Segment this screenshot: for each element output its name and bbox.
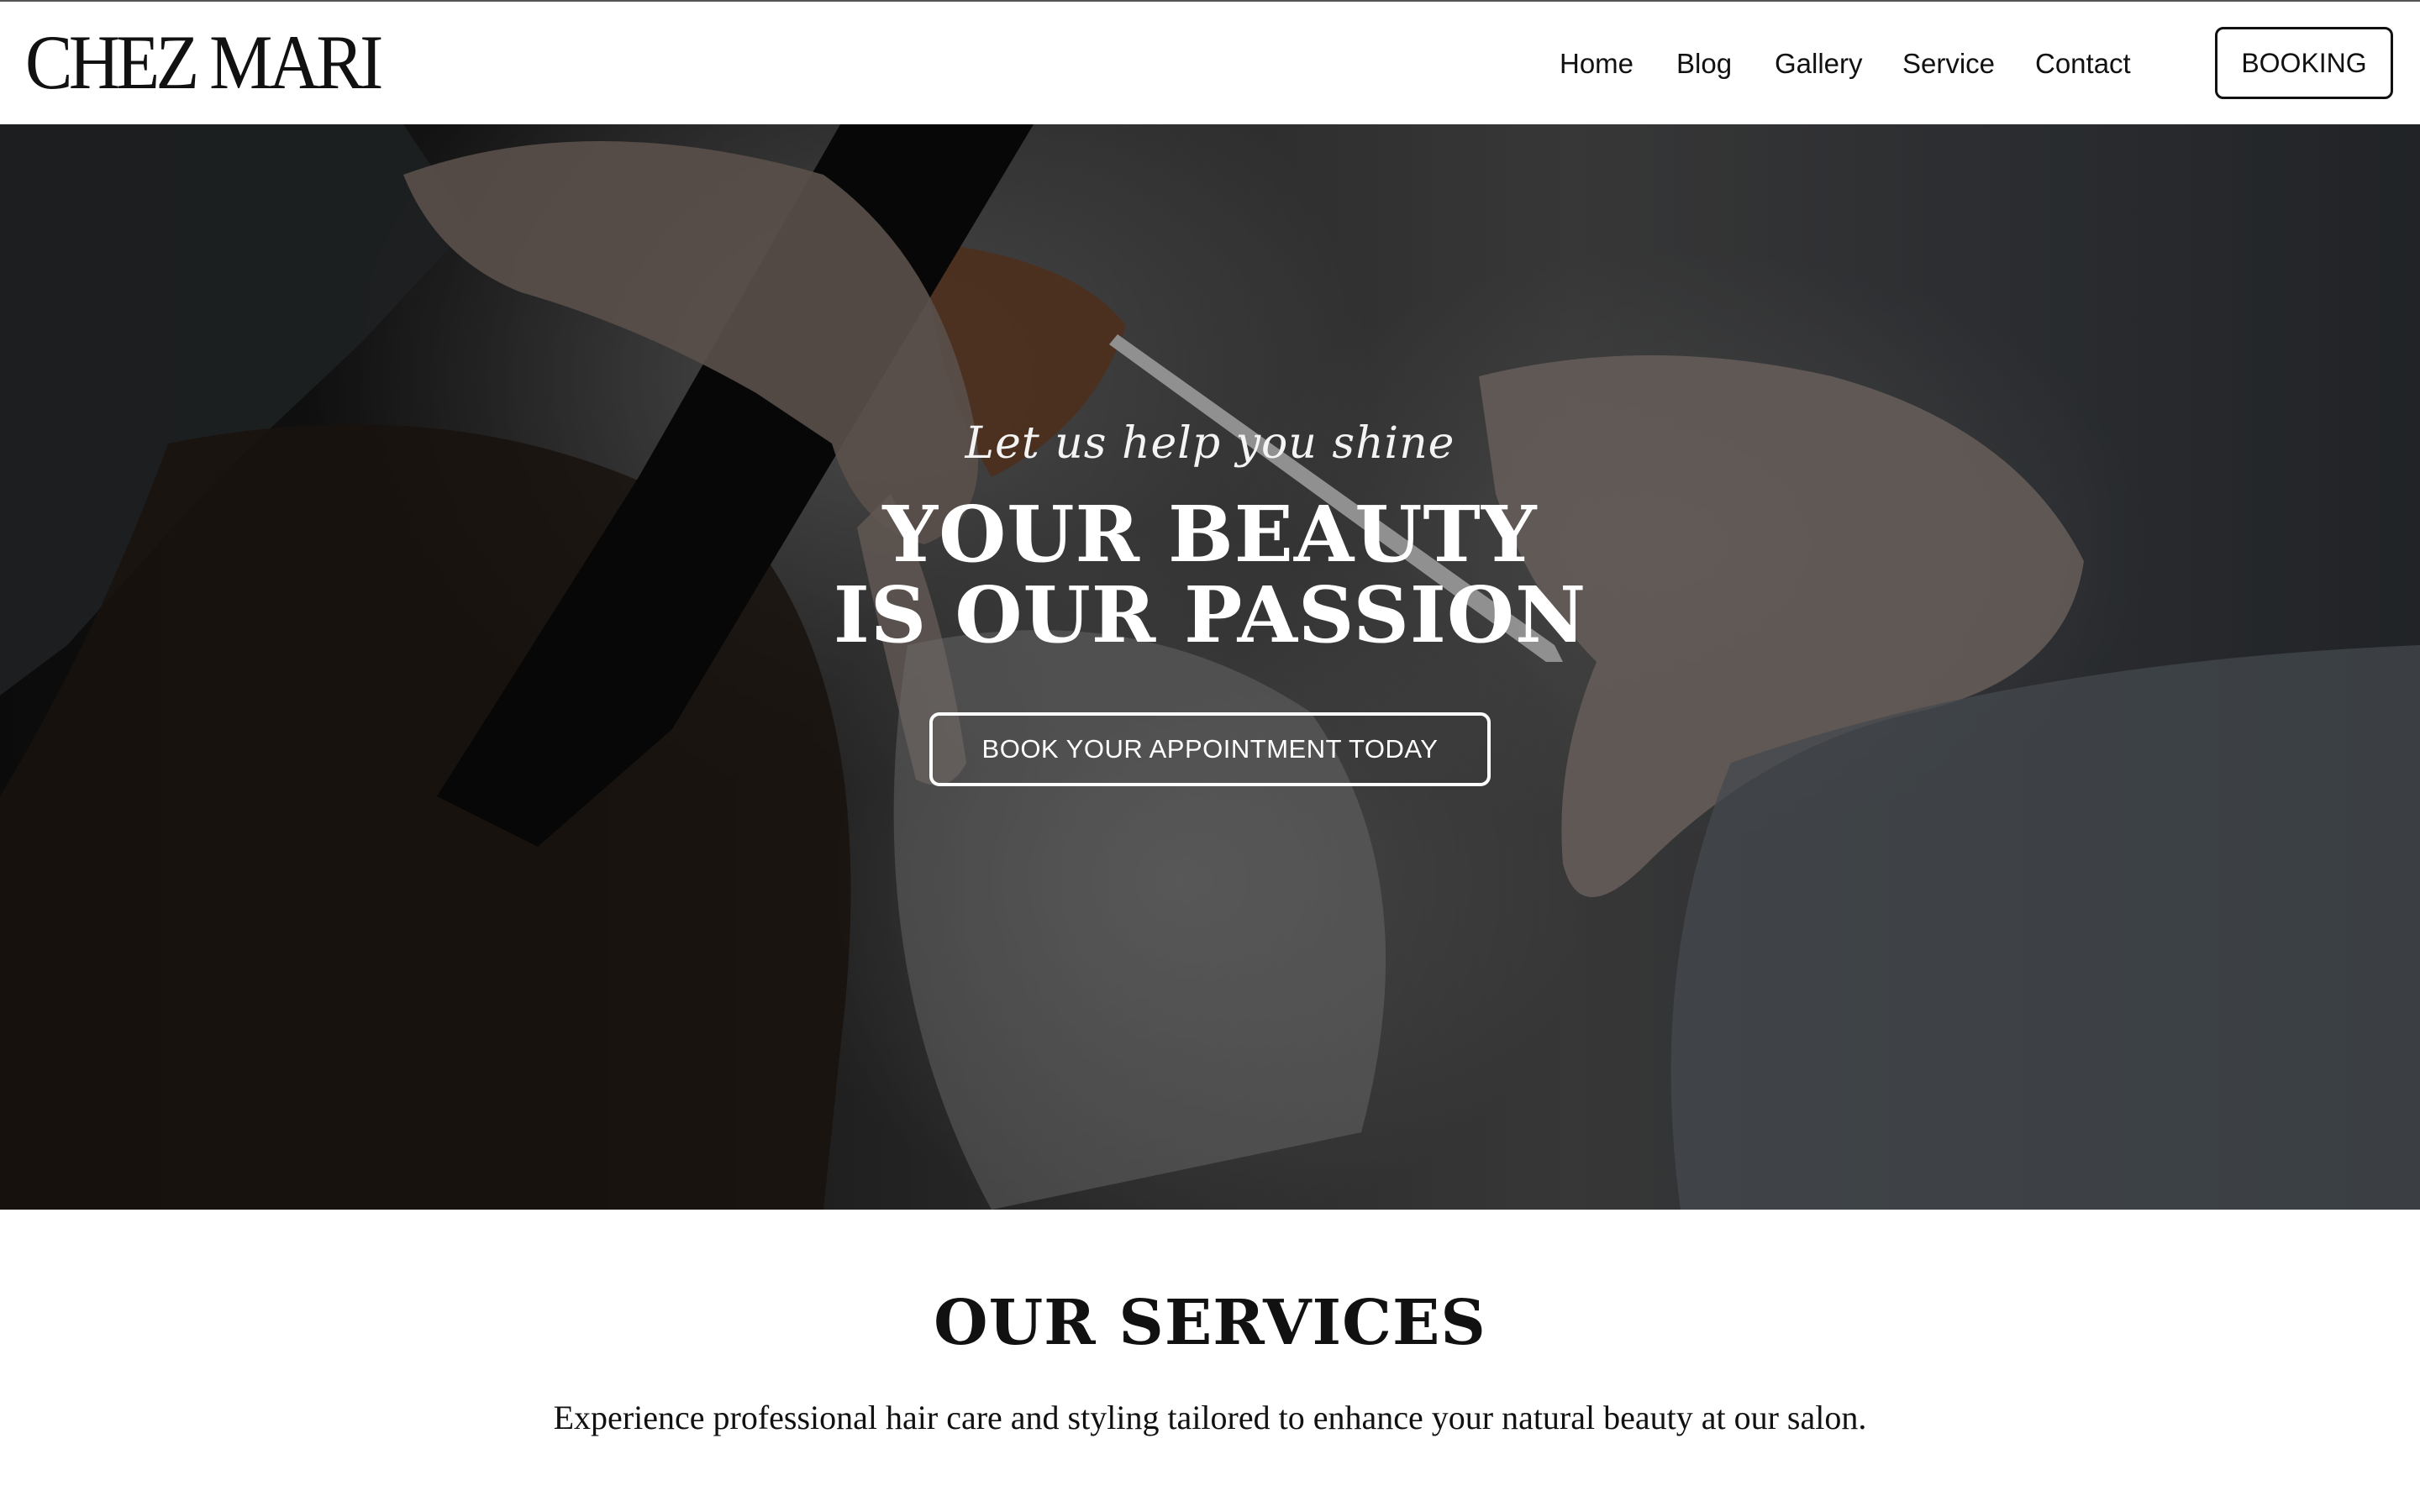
site-logo[interactable]: CHEZ MARI [25, 20, 383, 104]
services-description: Experience professional hair care and st… [553, 1399, 1867, 1436]
nav-home-link[interactable]: Home [1560, 45, 1634, 82]
hero-tagline: Let us help you shine [965, 418, 1455, 469]
hero-content: Let us help you shine YOUR BEAUTY IS OUR… [0, 124, 2420, 1210]
services-title: OUR SERVICES [934, 1287, 1486, 1359]
nav-blog-link[interactable]: Blog [1676, 45, 1732, 82]
site-header: CHEZ MARI Home Blog Gallery Service Cont… [0, 2, 2420, 124]
hero-headline-line2: IS OUR PASSION [833, 570, 1587, 660]
booking-button[interactable]: BOOKING [2215, 27, 2393, 99]
nav-contact-link[interactable]: Contact [2035, 45, 2131, 82]
hero-headline: YOUR BEAUTY IS OUR PASSION [0, 494, 2420, 655]
services-section: OUR SERVICES Experience professional hai… [0, 1210, 2420, 1512]
nav-service-link[interactable]: Service [1902, 45, 1995, 82]
hero-headline-line1: YOUR BEAUTY [882, 489, 1538, 580]
nav-gallery-link[interactable]: Gallery [1775, 45, 1863, 82]
hero-section: Let us help you shine YOUR BEAUTY IS OUR… [0, 124, 2420, 1210]
book-appointment-button[interactable]: BOOK YOUR APPOINTMENT TODAY [929, 712, 1491, 786]
